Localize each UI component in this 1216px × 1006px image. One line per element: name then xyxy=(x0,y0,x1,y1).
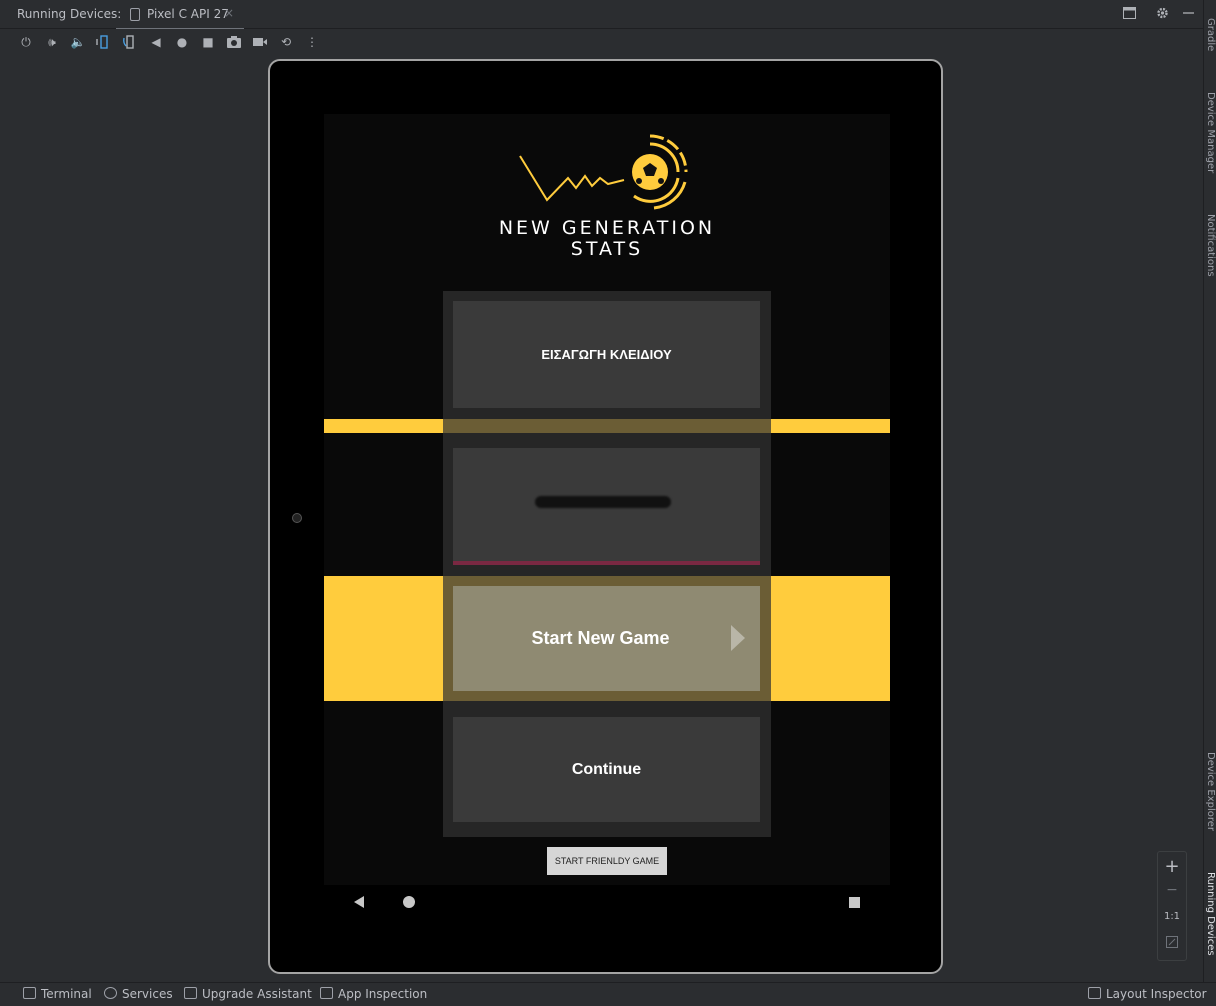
brand-title: NEW GENERATION xyxy=(498,217,716,239)
layout-inspector-icon xyxy=(1088,987,1101,999)
volume-up-icon[interactable]: 🕪 xyxy=(44,34,60,50)
notifications-tool[interactable]: Notifications xyxy=(1205,214,1216,277)
gradle-tool[interactable]: Gradle xyxy=(1205,18,1216,51)
gear-icon[interactable] xyxy=(1156,7,1169,19)
nav-back-icon[interactable] xyxy=(354,896,364,908)
layout-inspector-tool[interactable]: Layout Inspector xyxy=(1088,987,1207,1001)
zoom-controls: + − 1:1 xyxy=(1157,851,1187,961)
app-inspection-tool[interactable]: App Inspection xyxy=(320,987,427,1001)
start-new-game-button[interactable]: Start New Game xyxy=(453,586,760,691)
zoom-actual-size-button[interactable]: 1:1 xyxy=(1158,911,1186,922)
running-devices-label: Running Devices: xyxy=(17,7,122,21)
right-tool-strip: Gradle Device Manager Notifications Devi… xyxy=(1203,0,1216,982)
zoom-in-button[interactable]: + xyxy=(1158,856,1186,877)
card-underline xyxy=(453,561,760,565)
screen-record-icon[interactable] xyxy=(252,34,268,50)
fit-screen-icon[interactable] xyxy=(1158,936,1186,952)
camera-icon xyxy=(292,513,302,523)
running-devices-header: Running Devices: Pixel C API 27 × xyxy=(0,0,1203,30)
app-inspection-label: App Inspection xyxy=(338,987,428,1001)
device-explorer-tool[interactable]: Device Explorer xyxy=(1205,752,1216,831)
nav-home-icon[interactable] xyxy=(403,896,415,908)
brand-subtitle: STATS xyxy=(570,238,644,260)
upgrade-assistant-label: Upgrade Assistant xyxy=(202,987,312,1001)
continue-button[interactable]: Continue xyxy=(453,717,760,822)
reset-icon[interactable]: ⟲ xyxy=(278,34,294,50)
terminal-icon xyxy=(23,987,36,999)
more-icon[interactable]: ⋮ xyxy=(304,34,320,50)
upgrade-icon xyxy=(184,987,197,999)
services-label: Services xyxy=(122,987,173,1001)
close-icon[interactable]: × xyxy=(224,6,234,20)
tab-pixel-c[interactable]: Pixel C API 27 × xyxy=(116,0,244,30)
start-friendly-game-button[interactable]: START FRIENLDY GAME xyxy=(547,847,667,875)
layout-inspector-label: Layout Inspector xyxy=(1106,987,1207,1001)
screenshot-icon[interactable] xyxy=(226,34,242,50)
nav-recents-icon[interactable] xyxy=(849,897,860,908)
zoom-out-button[interactable]: − xyxy=(1158,882,1186,898)
rotate-left-icon[interactable] xyxy=(96,34,112,50)
enter-key-button[interactable]: ΕΙΣΑΓΩΓΗ ΚΛΕΙΔΙΟΥ xyxy=(453,301,760,408)
terminal-tool[interactable]: Terminal xyxy=(23,987,92,1001)
redacted-text xyxy=(535,496,671,508)
rotate-right-icon[interactable] xyxy=(122,34,138,50)
minimize-icon[interactable] xyxy=(1182,7,1195,19)
services-tool[interactable]: Services xyxy=(104,987,173,1001)
upgrade-assistant-tool[interactable]: Upgrade Assistant xyxy=(184,987,312,1001)
window-icon[interactable] xyxy=(1123,7,1136,19)
device-screen: NEW GENERATION STATS ΕΙΣΑΓΩΓΗ ΚΛΕΙΔΙΟΥ S… xyxy=(324,114,890,885)
tab-label: Pixel C API 27 xyxy=(147,7,229,21)
start-new-game-label: Start New Game xyxy=(531,628,670,648)
chevron-right-icon xyxy=(731,625,745,651)
terminal-label: Terminal xyxy=(41,987,92,1001)
device-icon xyxy=(130,8,140,21)
home-icon[interactable]: ● xyxy=(174,34,190,50)
inspection-icon xyxy=(320,987,333,999)
emulator-toolbar: ⏻ 🕪 🔈 ◀ ● ■ ⟲ ⋮ xyxy=(0,29,1203,55)
user-info-card[interactable] xyxy=(453,448,760,565)
volume-down-icon[interactable]: 🔈 xyxy=(70,34,86,50)
ngs-logo xyxy=(519,134,688,210)
bottom-tool-bar: Terminal Services Upgrade Assistant App … xyxy=(0,982,1216,1006)
back-icon[interactable]: ◀ xyxy=(148,34,164,50)
device-manager-tool[interactable]: Device Manager xyxy=(1205,92,1216,173)
menu-panel: ΕΙΣΑΓΩΓΗ ΚΛΕΙΔΙΟΥ Start New Game Continu… xyxy=(443,291,771,837)
running-devices-tool[interactable]: Running Devices xyxy=(1205,872,1216,956)
overview-icon[interactable]: ■ xyxy=(200,34,216,50)
services-icon xyxy=(104,987,117,999)
power-icon[interactable]: ⏻ xyxy=(18,34,34,50)
